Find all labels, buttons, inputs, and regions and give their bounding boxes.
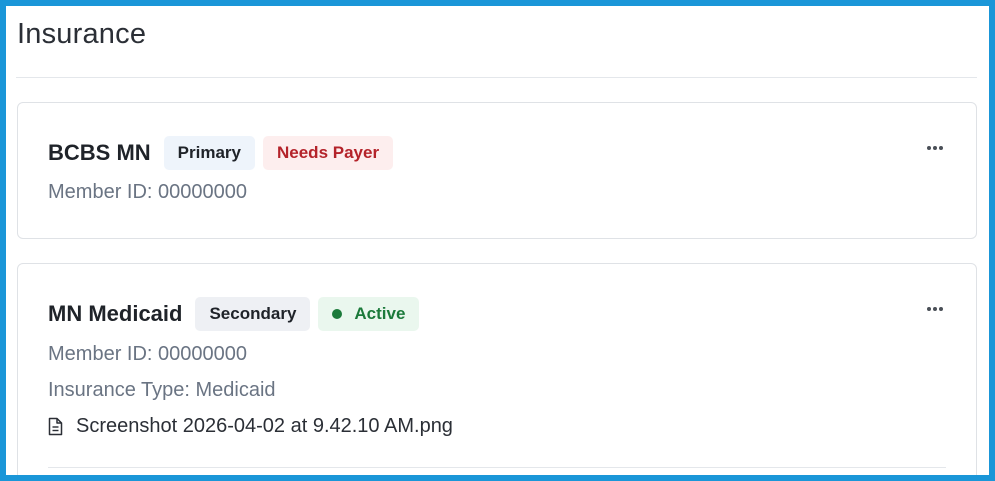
more-horizontal-icon	[933, 146, 937, 150]
status-badge: Needs Payer	[263, 136, 394, 170]
card-header: MN Medicaid Secondary Active	[48, 297, 427, 331]
attachment-link[interactable]: Screenshot 2026-04-02 at 9.42.10 AM.png	[48, 415, 453, 438]
insurance-type: Insurance Type: Medicaid	[48, 379, 276, 401]
status-badge: Active	[318, 297, 420, 331]
priority-badge: Primary	[163, 136, 255, 170]
more-options-button[interactable]	[924, 302, 946, 316]
insurance-card-medicaid: MN Medicaid Secondary Active Member ID: …	[17, 263, 977, 475]
header-divider	[16, 77, 977, 78]
member-id: Member ID: 00000000	[48, 343, 248, 365]
more-horizontal-icon	[939, 307, 943, 311]
page-title: Insurance	[17, 18, 147, 50]
plan-name: MN Medicaid	[48, 301, 183, 326]
more-horizontal-icon	[933, 307, 937, 311]
app-frame: Insurance BCBS MN Primary Needs Payer Me…	[0, 0, 995, 481]
status-dot-icon	[332, 309, 343, 319]
card-divider	[48, 467, 946, 468]
more-horizontal-icon	[927, 146, 931, 150]
insurance-card-bcbs: BCBS MN Primary Needs Payer Member ID: 0…	[17, 102, 977, 239]
more-horizontal-icon	[927, 307, 931, 311]
attachment-filename: Screenshot 2026-04-02 at 9.42.10 AM.png	[76, 415, 453, 437]
card-header: BCBS MN Primary Needs Payer	[48, 136, 401, 170]
more-horizontal-icon	[939, 146, 943, 150]
plan-name: BCBS MN	[48, 140, 151, 165]
priority-badge: Secondary	[195, 297, 311, 331]
member-id: Member ID: 00000000	[48, 181, 248, 203]
status-badge-label: Active	[354, 304, 406, 323]
more-options-button[interactable]	[924, 141, 946, 155]
file-text-icon	[48, 417, 63, 436]
